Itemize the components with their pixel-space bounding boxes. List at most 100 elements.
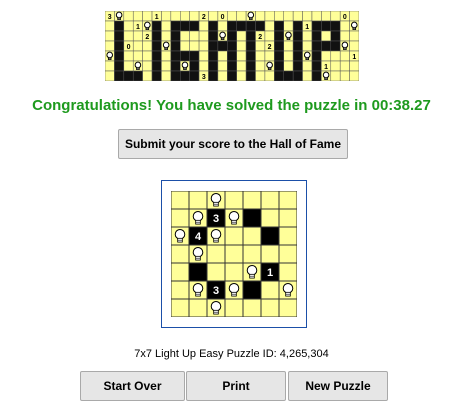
board-cell[interactable]	[207, 227, 225, 245]
logo-cell	[151, 30, 162, 42]
board-cell[interactable]	[171, 299, 189, 317]
board-cell[interactable]	[243, 263, 261, 281]
board-cell[interactable]	[243, 191, 261, 209]
board-cell[interactable]	[207, 263, 225, 281]
logo-cell	[208, 40, 219, 52]
light-up-logo: 3 1 2 0 01 12 20 2113	[105, 11, 359, 81]
board-cell[interactable]	[279, 299, 297, 317]
logo-cell	[151, 40, 162, 52]
logo-cell	[180, 11, 190, 22]
logo-cell	[255, 60, 266, 72]
logo-cell	[189, 30, 200, 42]
board-cell[interactable]	[279, 209, 297, 227]
logo-cell	[339, 30, 350, 42]
board-cell[interactable]	[171, 281, 189, 299]
board-cell[interactable]	[225, 227, 243, 245]
logo-cell	[151, 70, 162, 81]
congratulations-message: Congratulations! You have solved the puz…	[32, 97, 431, 114]
board-cell[interactable]	[207, 245, 225, 263]
board-cell[interactable]	[225, 245, 243, 263]
logo-cell	[227, 11, 237, 22]
board-cell[interactable]	[261, 281, 279, 299]
logo-cell	[245, 70, 256, 81]
logo-cell	[142, 70, 153, 81]
logo-cell	[311, 70, 322, 81]
logo-cell	[114, 30, 125, 42]
board-cell[interactable]	[243, 299, 261, 317]
board-cell[interactable]	[225, 209, 243, 227]
logo-cell	[292, 20, 303, 32]
logo-cell	[161, 20, 172, 32]
board-cell[interactable]	[189, 299, 207, 317]
logo-cell	[311, 30, 322, 42]
logo-cell: 3	[198, 70, 209, 81]
logo-cell	[217, 40, 228, 52]
puzzle-board-frame: 3413	[161, 180, 307, 328]
board-cell[interactable]	[189, 209, 207, 227]
logo-cell	[180, 30, 190, 42]
logo-cell	[208, 20, 219, 32]
logo-cell	[339, 50, 350, 62]
logo-clue: 3	[202, 74, 206, 81]
board-cell[interactable]	[171, 245, 189, 263]
logo-cell	[161, 40, 172, 52]
logo-cell	[114, 50, 125, 62]
logo-cell	[330, 70, 341, 81]
logo-cell	[198, 60, 209, 72]
board-cell[interactable]	[225, 281, 243, 299]
board-cell[interactable]	[279, 263, 297, 281]
logo-cell	[105, 60, 115, 72]
board-cell[interactable]	[189, 245, 207, 263]
board-cell[interactable]	[171, 191, 189, 209]
board-cell[interactable]	[171, 263, 189, 281]
logo-cell	[142, 40, 153, 52]
logo-cell	[292, 40, 303, 52]
logo-cell	[236, 20, 247, 32]
submit-score-button[interactable]: Submit your score to the Hall of Fame	[118, 129, 348, 159]
logo-cell	[349, 70, 359, 81]
logo-cell	[302, 70, 313, 81]
logo-cell	[217, 50, 228, 62]
logo-cell	[170, 60, 181, 72]
logo-cell	[170, 20, 181, 32]
logo-cell	[161, 60, 172, 72]
print-button[interactable]: Print	[186, 371, 286, 401]
board-cell[interactable]	[279, 191, 297, 209]
logo-cell: 1	[321, 60, 332, 72]
board-cell[interactable]	[189, 281, 207, 299]
board-cell[interactable]	[225, 263, 243, 281]
board-cell[interactable]	[279, 227, 297, 245]
logo-cell	[255, 70, 266, 81]
logo-cell	[274, 30, 284, 42]
logo-cell	[227, 30, 237, 42]
logo-cell	[227, 50, 237, 62]
board-cell[interactable]	[243, 227, 261, 245]
board-cell[interactable]	[207, 299, 225, 317]
logo-cell	[189, 40, 200, 52]
logo-cell	[330, 60, 341, 72]
logo-cell	[198, 30, 209, 42]
board-cell[interactable]	[189, 191, 207, 209]
board-cell[interactable]	[279, 245, 297, 263]
logo-cell	[208, 11, 219, 22]
board-cell[interactable]	[261, 299, 279, 317]
board-cell[interactable]	[207, 191, 225, 209]
board-cell[interactable]	[243, 245, 261, 263]
logo-cell	[227, 40, 237, 52]
logo-cell	[283, 30, 294, 42]
board-cell[interactable]	[171, 209, 189, 227]
board-cell[interactable]	[225, 191, 243, 209]
board-cell[interactable]	[261, 209, 279, 227]
logo-cell	[132, 11, 143, 22]
board-cell[interactable]	[261, 191, 279, 209]
board-cell[interactable]	[225, 299, 243, 317]
board-cell	[243, 209, 261, 227]
clue-number: 4	[195, 231, 202, 243]
board-cell[interactable]	[171, 227, 189, 245]
start-over-button[interactable]: Start Over	[80, 371, 185, 401]
logo-cell	[180, 50, 190, 62]
new-puzzle-button[interactable]: New Puzzle	[288, 371, 388, 401]
logo-cell	[132, 40, 143, 52]
board-cell[interactable]	[279, 281, 297, 299]
board-cell[interactable]	[261, 245, 279, 263]
